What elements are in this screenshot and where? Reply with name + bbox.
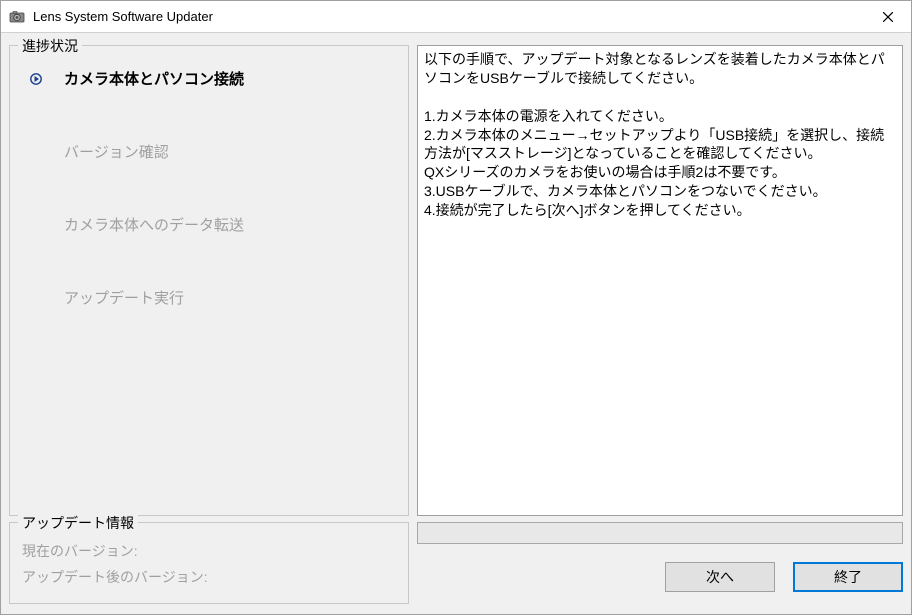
step-list: カメラ本体とパソコン接続 バージョン確認 カメラ本体へのデータ転送 アップデート… — [10, 46, 408, 320]
window-title: Lens System Software Updater — [33, 9, 865, 24]
progress-bar — [417, 522, 903, 544]
titlebar: Lens System Software Updater — [1, 1, 911, 33]
step-label: バージョン確認 — [64, 141, 169, 162]
app-icon — [9, 9, 25, 25]
progress-groupbox: 進捗状況 カメラ本体とパソコン接続 バージョン確認 — [9, 45, 409, 516]
current-version-label: 現在のバージョン: — [22, 543, 138, 559]
after-version-row: アップデート後のバージョン: — [22, 567, 396, 587]
step-icon-placeholder — [28, 217, 44, 233]
update-info-groupbox: アップデート情報 現在のバージョン: アップデート後のバージョン: — [9, 522, 409, 604]
step-update-execute: アップデート実行 — [28, 287, 396, 308]
step-icon-placeholder — [28, 144, 44, 160]
progress-heading: 進捗状況 — [18, 36, 82, 56]
step-label: カメラ本体とパソコン接続 — [64, 68, 244, 89]
close-icon — [883, 12, 893, 22]
step-icon-placeholder — [28, 290, 44, 306]
after-version-label: アップデート後のバージョン: — [22, 569, 208, 585]
content-area: 進捗状況 カメラ本体とパソコン接続 バージョン確認 — [1, 33, 911, 614]
arrow-right-icon — [28, 71, 44, 87]
step-connect-camera: カメラ本体とパソコン接続 — [28, 68, 396, 89]
step-label: カメラ本体へのデータ転送 — [64, 214, 244, 235]
close-button[interactable] — [865, 1, 911, 33]
updater-window: Lens System Software Updater 進捗状況 — [0, 0, 912, 615]
lower-row: アップデート情報 現在のバージョン: アップデート後のバージョン: 次へ 終了 — [1, 516, 911, 614]
step-version-check: バージョン確認 — [28, 141, 396, 162]
step-label: アップデート実行 — [64, 287, 184, 308]
instructions-panel: 以下の手順で、アップデート対象となるレンズを装着したカメラ本体とパソコンをUSB… — [417, 45, 903, 516]
step-data-transfer: カメラ本体へのデータ転送 — [28, 214, 396, 235]
next-button[interactable]: 次へ — [665, 562, 775, 592]
exit-button[interactable]: 終了 — [793, 562, 903, 592]
update-info-heading: アップデート情報 — [18, 513, 138, 533]
upper-row: 進捗状況 カメラ本体とパソコン接続 バージョン確認 — [1, 33, 911, 516]
button-row: 次へ 終了 — [417, 562, 903, 592]
right-lower-panel: 次へ 終了 — [417, 522, 903, 592]
current-version-row: 現在のバージョン: — [22, 541, 396, 561]
